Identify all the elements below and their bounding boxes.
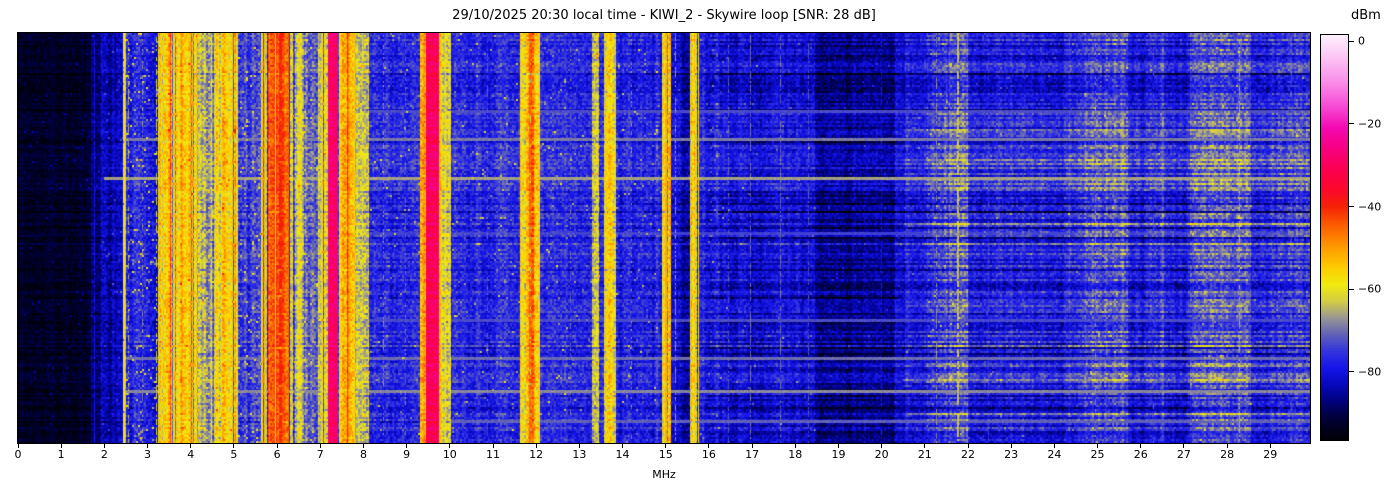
x-tick-label: 27: [1176, 448, 1191, 461]
waterfall-canvas: [18, 33, 1310, 443]
colorbar-tick-label: −40: [1358, 200, 1382, 213]
x-tick-label: 16: [701, 448, 716, 461]
chart-title: 29/10/2025 20:30 local time - KIWI_2 - S…: [452, 8, 876, 23]
x-tick-label: 4: [187, 448, 195, 461]
colorbar-tick: [1349, 206, 1354, 207]
colorbar: [1320, 34, 1349, 441]
x-tick-label: 28: [1220, 448, 1235, 461]
x-tick-label: 17: [745, 448, 760, 461]
x-tick-label: 29: [1263, 448, 1278, 461]
colorbar-tick-label: −80: [1358, 365, 1382, 379]
x-tick-label: 9: [403, 448, 411, 461]
colorbar-tick-label: −60: [1358, 282, 1382, 296]
colorbar-canvas: [1321, 35, 1348, 440]
x-tick-label: 20: [874, 448, 889, 461]
x-tick-label: 13: [572, 448, 587, 461]
colorbar-title: dBm: [1351, 8, 1381, 23]
x-tick-label: 5: [230, 448, 238, 461]
x-tick-label: 7: [316, 448, 324, 461]
x-tick-label: 15: [658, 448, 673, 461]
x-tick-label: 19: [831, 448, 846, 461]
x-tick-label: 12: [529, 448, 544, 461]
colorbar-tick: [1349, 288, 1354, 290]
x-tick-label: 8: [359, 448, 367, 461]
x-tick-label: 21: [917, 448, 932, 461]
x-tick-label: 10: [442, 448, 457, 461]
x-tick-label: 6: [273, 448, 281, 461]
x-tick-label: 23: [1004, 448, 1019, 461]
colorbar-tick: [1349, 123, 1354, 125]
x-axis-title: MHz: [652, 468, 676, 481]
colorbar-tick-label: 0: [1358, 34, 1365, 48]
x-tick-label: 22: [961, 448, 975, 461]
x-tick-label: 2: [100, 448, 108, 461]
colorbar-tick-label: −20: [1358, 117, 1382, 131]
x-tick-label: 1: [57, 448, 65, 461]
x-tick-label: 14: [615, 448, 630, 461]
x-tick-label: 24: [1047, 448, 1062, 461]
colorbar-tick: [1349, 371, 1354, 373]
x-tick-label: 3: [144, 448, 152, 461]
x-tick-label: 0: [14, 448, 22, 461]
plot-area: [17, 32, 1311, 444]
colorbar-tick: [1349, 40, 1354, 42]
x-tick-label: 26: [1133, 448, 1148, 461]
x-tick-label: 11: [486, 448, 500, 461]
x-tick-label: 25: [1090, 448, 1105, 461]
x-tick-label: 18: [788, 448, 803, 461]
spectrogram-figure: 29/10/2025 20:30 local time - KIWI_2 - S…: [0, 0, 1400, 500]
